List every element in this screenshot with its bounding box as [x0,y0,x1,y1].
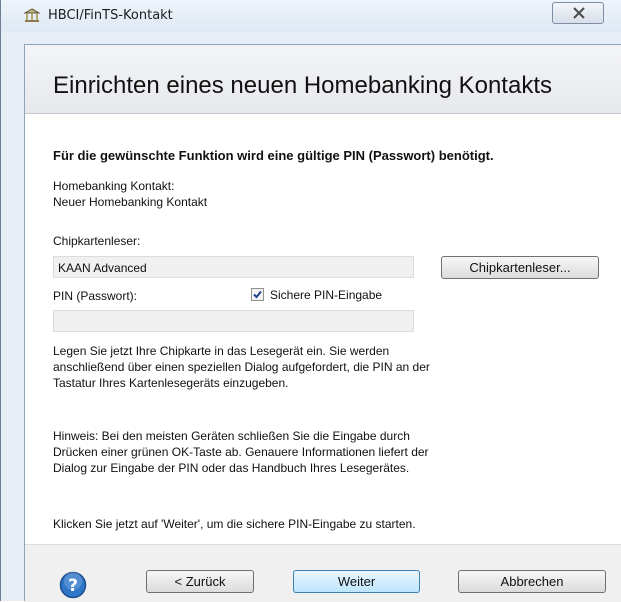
instruction-text: Für die gewünschte Funktion wird eine gü… [53,148,494,163]
reader-field[interactable]: KAAN Advanced [53,256,414,278]
back-button[interactable]: < Zurück [146,570,254,593]
chipkartenleser-button[interactable]: Chipkartenleser... [441,256,599,279]
wizard-header: Einrichten eines neuen Homebanking Konta… [25,45,621,114]
title-bar[interactable]: HBCI/FinTS-Kontakt [1,0,621,32]
window-title: HBCI/FinTS-Kontakt [48,8,173,23]
reader-label: Chipkartenleser: [53,234,141,248]
check-icon [253,290,262,299]
cancel-button[interactable]: Abbrechen [458,570,606,593]
close-button[interactable] [552,2,604,24]
bank-icon [24,8,40,22]
pin-input[interactable] [53,310,414,332]
help-icon[interactable]: ? [59,571,87,599]
next-button[interactable]: Weiter [293,570,420,593]
contact-label: Homebanking Kontakt: [53,179,175,193]
pin-label: PIN (Passwort): [53,289,138,303]
dialog-content: Einrichten eines neuen Homebanking Konta… [24,44,621,602]
svg-text:?: ? [68,576,78,596]
secure-pin-checkbox[interactable] [251,288,264,301]
continue-paragraph: Klicken Sie jetzt auf 'Weiter', um die s… [53,517,416,531]
close-icon [573,7,585,19]
secure-pin-label: Sichere PIN-Eingabe [270,288,383,302]
dialog-window: HBCI/FinTS-Kontakt Einrichten eines neue… [0,0,621,602]
instruction-paragraph: Legen Sie jetzt Ihre Chipkarte in das Le… [53,344,430,390]
page-title: Einrichten eines neuen Homebanking Konta… [53,72,552,99]
contact-value: Neuer Homebanking Kontakt [53,195,208,209]
hint-paragraph: Hinweis: Bei den meisten Geräten schließ… [53,429,429,475]
